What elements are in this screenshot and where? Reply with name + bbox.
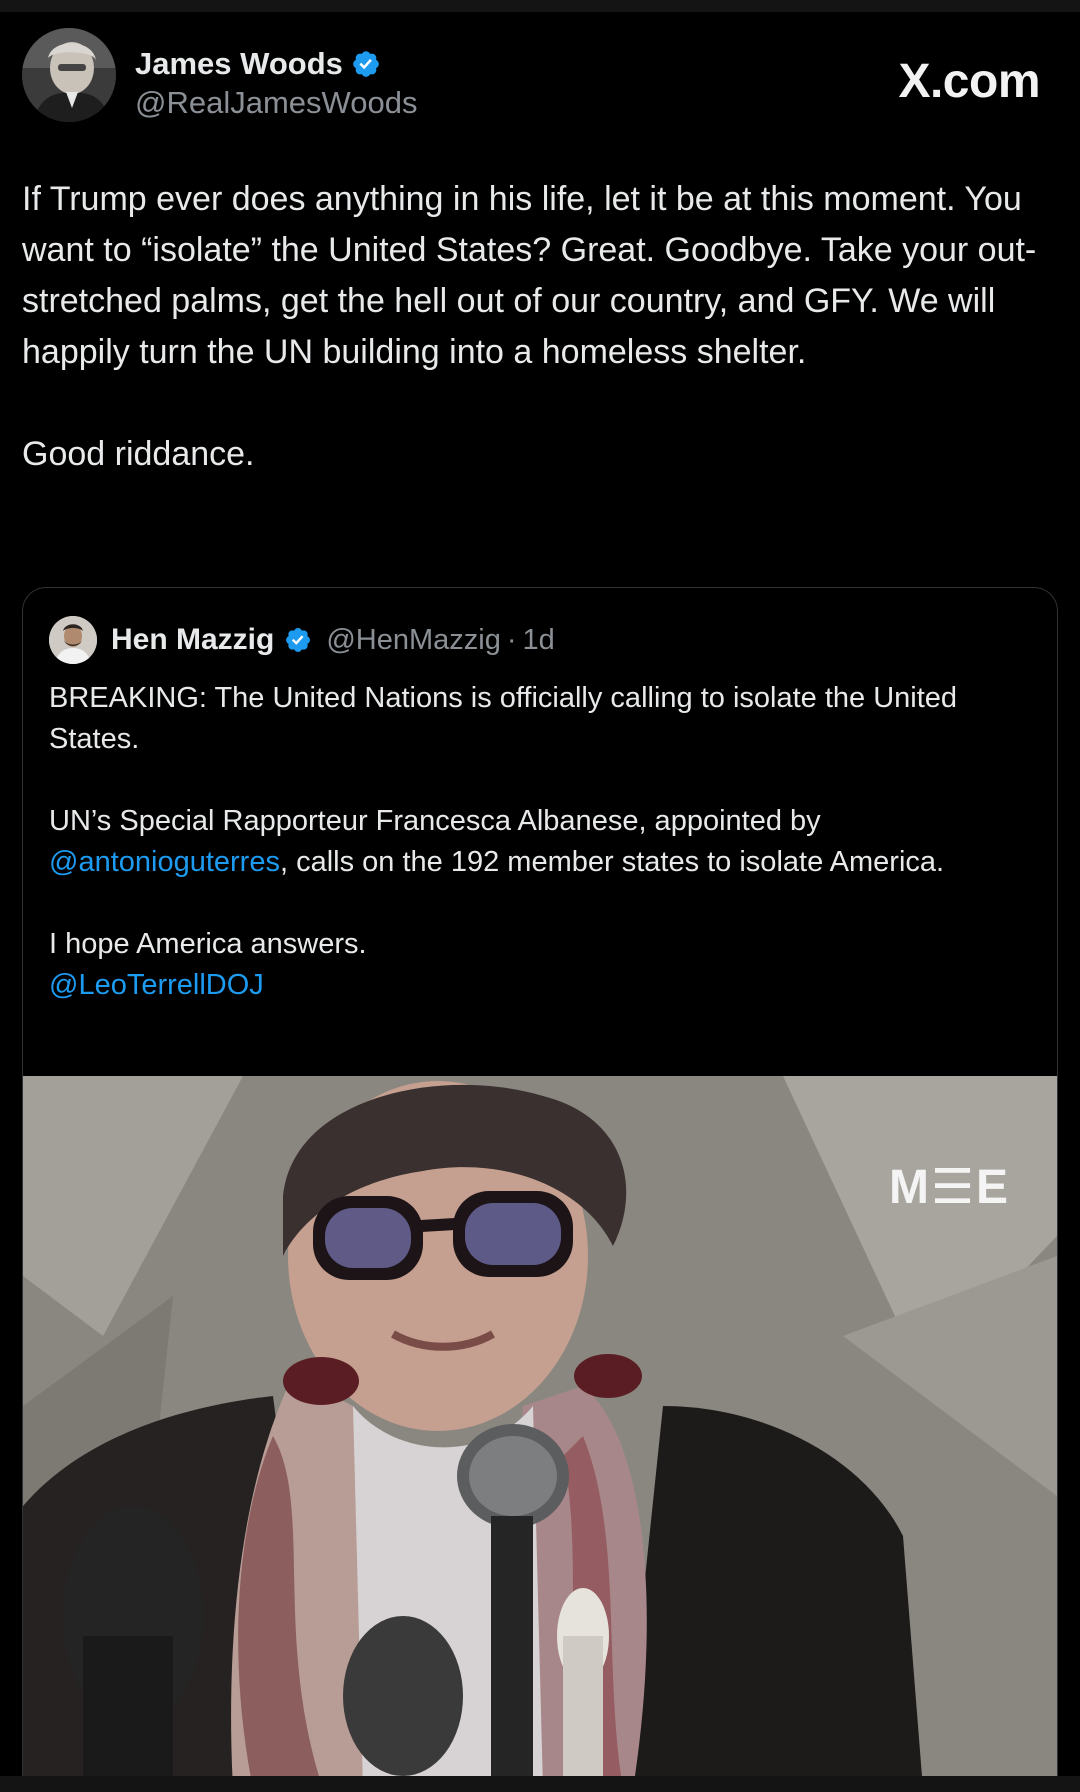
tweet-text: If Trump ever does anything in his life,… xyxy=(22,174,1058,480)
mention-link[interactable]: @LeoTerrellDOJ xyxy=(49,969,264,1001)
mention-link[interactable]: @antonioguterres xyxy=(49,846,280,878)
tweet-paragraph: If Trump ever does anything in his life,… xyxy=(22,180,1037,371)
meta-separator: · xyxy=(506,623,517,656)
post-header: James Woods @RealJamesWoods X.com xyxy=(22,28,1058,124)
bottom-edge-bar xyxy=(0,1776,1080,1792)
quoted-paragraph: I hope America answers. @LeoTerrellDOJ xyxy=(49,924,1029,1006)
top-edge-bar xyxy=(0,0,1080,12)
verified-badge-icon xyxy=(353,51,379,77)
quoted-avatar[interactable] xyxy=(49,616,97,664)
quoted-text-segment: UN’s Special Rapporteur Francesca Albane… xyxy=(49,805,821,837)
post-card: James Woods @RealJamesWoods X.com If Tru… xyxy=(0,12,1080,1789)
post-author: James Woods @RealJamesWoods xyxy=(135,46,417,122)
quoted-author-handle[interactable]: @HenMazzig xyxy=(326,624,501,657)
x-com-logo: X.com xyxy=(898,55,1040,108)
quoted-text-segment: , calls on the 192 member states to isol… xyxy=(279,846,945,878)
quoted-tweet-text: BREAKING: The United Nations is official… xyxy=(49,678,1029,1006)
verified-badge-icon xyxy=(286,628,311,652)
author-display-name[interactable]: James Woods xyxy=(135,46,343,82)
tweet-paragraph: Good riddance. xyxy=(22,435,255,473)
mee-watermark-logo: M☰E xyxy=(889,1161,1011,1214)
quoted-timestamp[interactable]: 1d xyxy=(523,624,555,657)
quoted-video-media[interactable]: M☰E xyxy=(23,1076,1057,1789)
quoted-tweet-header: Hen Mazzig @HenMazzig · 1d xyxy=(49,616,555,664)
quoted-paragraph: UN’s Special Rapporteur Francesca Albane… xyxy=(49,801,1029,883)
quoted-tweet-card[interactable]: Hen Mazzig @HenMazzig · 1d BREAKING: The… xyxy=(22,587,1058,1789)
quoted-author-name[interactable]: Hen Mazzig xyxy=(111,623,274,657)
quoted-paragraph: BREAKING: The United Nations is official… xyxy=(49,682,958,755)
avatar[interactable] xyxy=(22,28,116,122)
quoted-text-segment: I hope America answers. xyxy=(49,928,367,960)
author-handle[interactable]: @RealJamesWoods xyxy=(135,84,417,122)
